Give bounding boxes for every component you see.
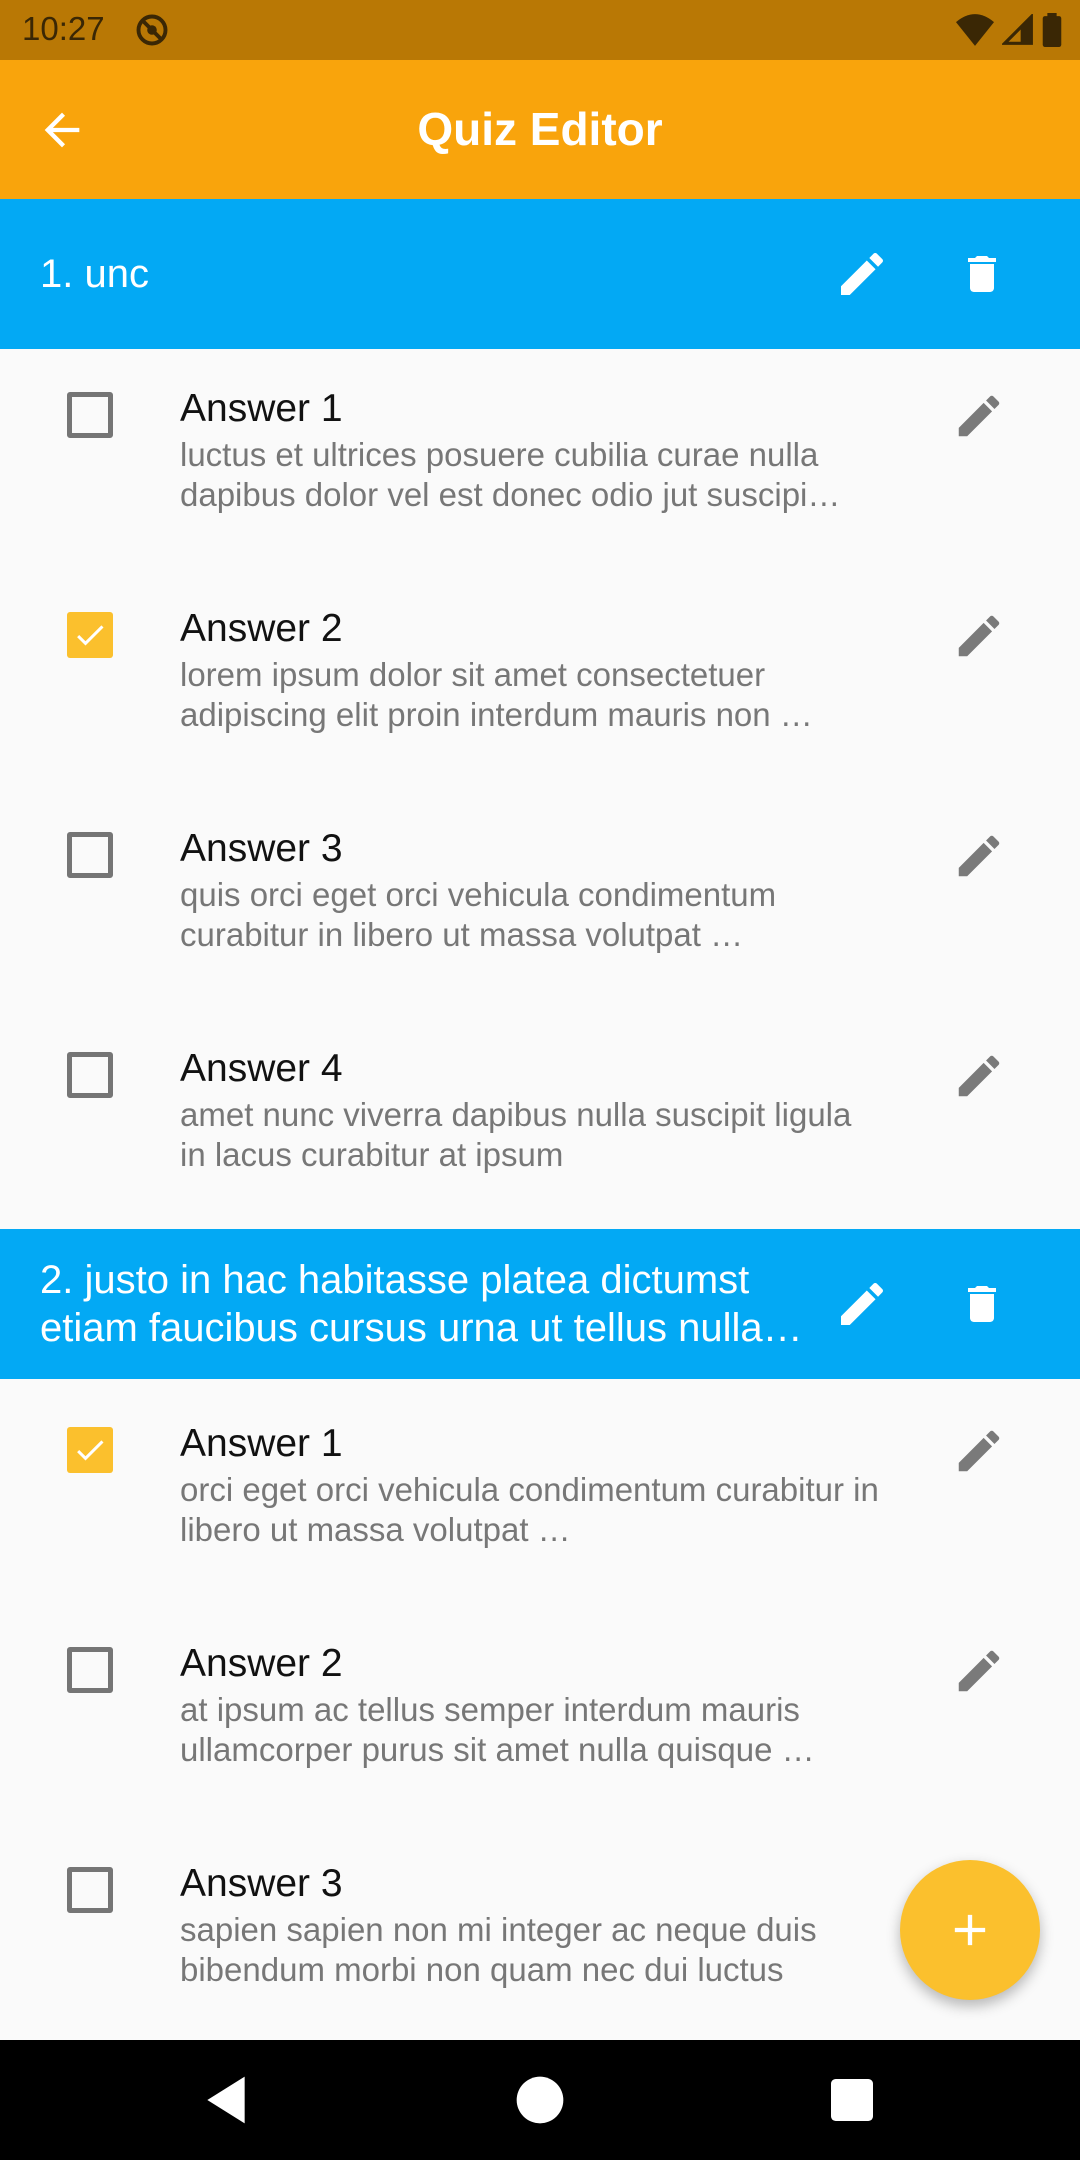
status-icons — [956, 12, 1062, 48]
edit-answer-pencil-icon[interactable] — [952, 389, 1006, 443]
answer-label: Answer 1 — [180, 387, 343, 430]
edit-question-pencil-icon[interactable] — [834, 1276, 890, 1332]
nav-recents-icon[interactable] — [824, 2072, 880, 2128]
status-time: 10:27 — [22, 10, 105, 47]
wifi-icon — [956, 14, 994, 46]
battery-icon — [1042, 13, 1062, 47]
answer-row[interactable]: Answer 4 amet nunc viverra dapibus nulla… — [0, 1009, 1080, 1229]
system-nav-bar — [0, 2040, 1080, 2160]
answer-checkbox[interactable] — [67, 392, 113, 438]
edit-answer-pencil-icon[interactable] — [952, 1644, 1006, 1698]
signal-icon — [1002, 14, 1033, 45]
answer-text: amet nunc viverra dapibus nulla suscipit… — [180, 1096, 852, 1173]
answer-text: luctus et ultrices posuere cubilia curae… — [180, 436, 841, 513]
answer-label: Answer 4 — [180, 1047, 343, 1090]
quiz-list[interactable]: 1. unc Answer 1 luctus et ultrices posue… — [0, 199, 1080, 2040]
answer-text: sapien sapien non mi integer ac neque du… — [180, 1911, 817, 1988]
question-header[interactable]: 2. justo in hac habitasse platea dictums… — [0, 1229, 1080, 1379]
question-title: 1. unc — [40, 252, 149, 296]
question-title: 2. justo in hac habitasse platea dictums… — [40, 1258, 803, 1350]
check-icon — [77, 1440, 104, 1461]
nav-back-icon[interactable] — [198, 2072, 254, 2128]
answer-label: Answer 3 — [180, 827, 343, 870]
nav-home-icon[interactable] — [512, 2072, 568, 2128]
answer-label: Answer 1 — [180, 1422, 343, 1465]
answer-checkbox[interactable] — [67, 832, 113, 878]
answer-checkbox[interactable] — [67, 1052, 113, 1098]
answer-checkbox-checked[interactable] — [67, 1427, 113, 1473]
app-bar: Quiz Editor — [0, 60, 1080, 199]
edit-question-pencil-icon[interactable] — [834, 246, 890, 302]
question-header[interactable]: 1. unc — [0, 199, 1080, 349]
answer-text: at ipsum ac tellus semper interdum mauri… — [180, 1691, 815, 1768]
answer-label: Answer 2 — [180, 607, 343, 650]
answer-label: Answer 3 — [180, 1862, 343, 1905]
answer-text: orci eget orci vehicula condimentum cura… — [180, 1471, 879, 1548]
edit-answer-pencil-icon[interactable] — [952, 829, 1006, 883]
delete-question-trash-icon[interactable] — [958, 246, 1006, 302]
answer-row[interactable]: Answer 3 quis orci eget orci vehicula co… — [0, 789, 1080, 1009]
answer-row[interactable]: Answer 2 at ipsum ac tellus semper inter… — [0, 1599, 1080, 1819]
edit-answer-pencil-icon[interactable] — [952, 1049, 1006, 1103]
check-icon — [77, 625, 104, 646]
edit-answer-pencil-icon[interactable] — [952, 1424, 1006, 1478]
page-title: Quiz Editor — [417, 103, 663, 155]
answer-row[interactable]: Answer 2 lorem ipsum dolor sit amet cons… — [0, 569, 1080, 789]
plus-icon — [954, 1914, 986, 1946]
delete-question-trash-icon[interactable] — [958, 1276, 1006, 1332]
answer-row[interactable]: Answer 1 orci eget orci vehicula condime… — [0, 1379, 1080, 1599]
do-not-disturb-icon — [136, 14, 168, 46]
status-bar: 10:27 — [0, 0, 1080, 60]
answer-text: lorem ipsum dolor sit amet consectetuer … — [180, 656, 813, 733]
answer-checkbox[interactable] — [67, 1647, 113, 1693]
answer-checkbox-checked[interactable] — [67, 612, 113, 658]
answer-label: Answer 2 — [180, 1642, 343, 1685]
answer-text: quis orci eget orci vehicula condimentum… — [180, 876, 777, 953]
answer-row[interactable]: Answer 1 luctus et ultrices posuere cubi… — [0, 349, 1080, 569]
add-question-fab[interactable] — [900, 1860, 1040, 2000]
answer-checkbox[interactable] — [67, 1867, 113, 1913]
edit-answer-pencil-icon[interactable] — [952, 609, 1006, 663]
